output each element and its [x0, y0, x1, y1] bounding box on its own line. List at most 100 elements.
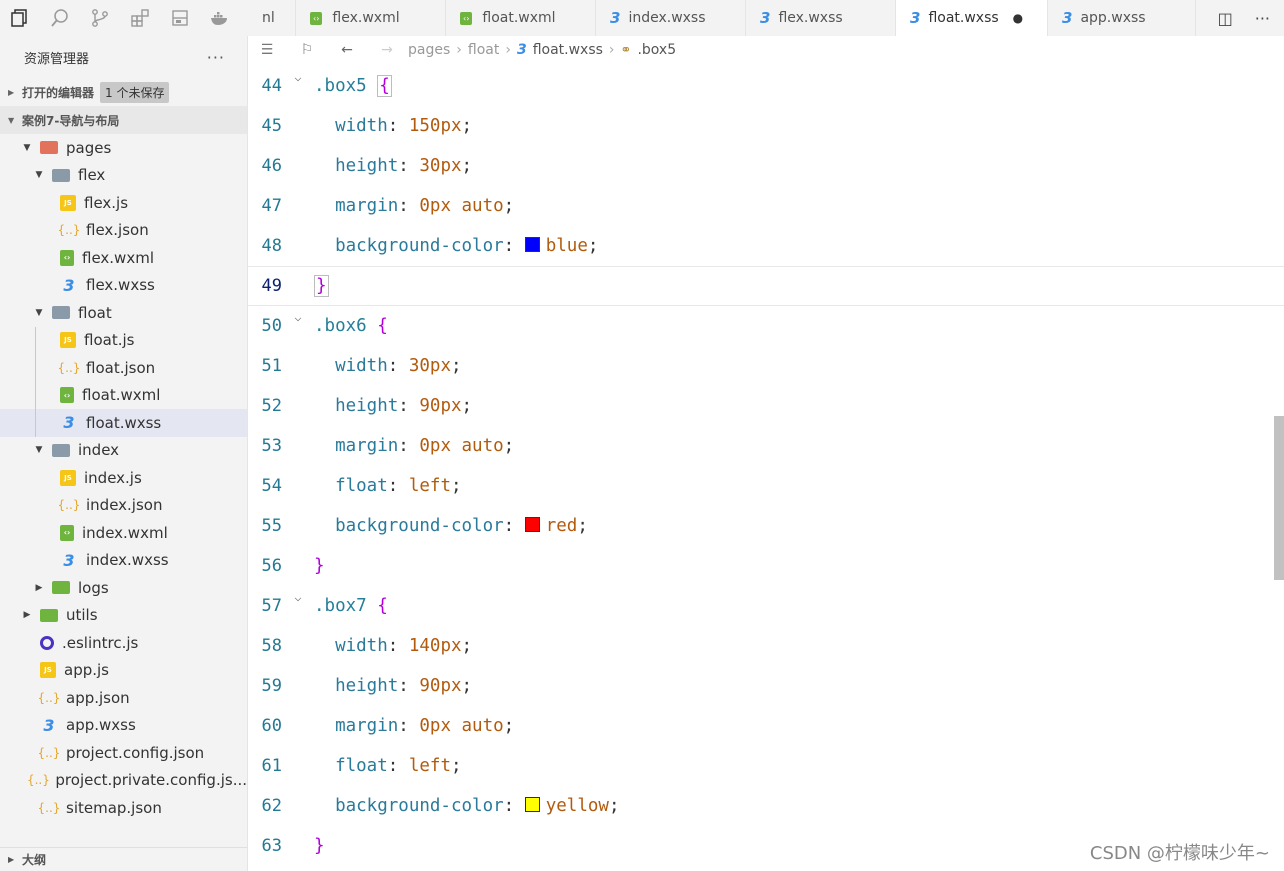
file-item[interactable]: {..} app.json	[0, 684, 247, 712]
code-line[interactable]: 56}	[248, 546, 1284, 586]
code-line[interactable]: 51 width: 30px;	[248, 346, 1284, 386]
code-text: height: 90px;	[314, 676, 472, 696]
token-punc: :	[387, 116, 409, 136]
file-item[interactable]: 3 flex.wxss	[0, 272, 247, 300]
breadcrumb-item[interactable]: pages	[408, 42, 450, 58]
file-label: pages	[66, 138, 112, 157]
tab-actions: ◫ ···	[1218, 0, 1284, 36]
more-icon[interactable]: ···	[1255, 9, 1270, 28]
code-line[interactable]: 61 float: left;	[248, 746, 1284, 786]
line-number: 54	[261, 476, 282, 496]
code-line[interactable]: 54 float: left;	[248, 466, 1284, 506]
tab-nl[interactable]: nl	[248, 0, 296, 36]
tab-float-wxss[interactable]: 3 float.wxss ●	[896, 0, 1048, 36]
token-punc	[314, 796, 335, 816]
split-editor-icon[interactable]: ◫	[1218, 9, 1233, 28]
code-line[interactable]: 44 ⌵ .box5 {	[248, 66, 1284, 106]
outline-section[interactable]: ▶ 大纲	[0, 847, 247, 871]
file-item[interactable]: {..} sitemap.json	[0, 794, 247, 822]
file-item[interactable]: ‹› flex.wxml	[0, 244, 247, 272]
file-item[interactable]: 3 app.wxss	[0, 712, 247, 740]
folder-item[interactable]: ▶ utils	[0, 602, 247, 630]
fold-chevron-icon[interactable]: ⌵	[282, 70, 314, 84]
code-line[interactable]: 48 background-color: blue;	[248, 226, 1284, 266]
chevron-right-icon: ›	[456, 42, 462, 58]
unsaved-dot-icon[interactable]: ●	[1013, 11, 1023, 25]
line-number: 59	[261, 676, 282, 696]
file-item[interactable]: {..} project.private.config.js...	[0, 767, 247, 795]
folder-item[interactable]: ▼ pages	[0, 134, 247, 162]
file-item[interactable]: ‹› index.wxml	[0, 519, 247, 547]
file-item[interactable]: {..} index.json	[0, 492, 247, 520]
source-control-icon[interactable]	[80, 0, 120, 36]
folder-item[interactable]: ▼ index	[0, 437, 247, 465]
list-icon[interactable]: ☰	[258, 42, 276, 58]
folder-item[interactable]: ▶ logs	[0, 574, 247, 602]
code-line[interactable]: 49}	[248, 266, 1284, 306]
file-item[interactable]: JS index.js	[0, 464, 247, 492]
docker-icon[interactable]	[200, 0, 240, 36]
tab-float-wxml[interactable]: ‹› float.wxml	[446, 0, 596, 36]
folder-item[interactable]: ▼ float	[0, 299, 247, 327]
file-item[interactable]: 3 float.wxss	[0, 409, 247, 437]
css-file-icon: 3	[516, 42, 527, 58]
open-editors-section[interactable]: ▶ 打开的编辑器 1 个未保存	[0, 78, 247, 106]
tab-flex-wxss[interactable]: 3 flex.wxss	[746, 0, 896, 36]
file-item[interactable]: ‹› float.wxml	[0, 382, 247, 410]
file-item[interactable]: .eslintrc.js	[0, 629, 247, 657]
color-swatch[interactable]	[524, 237, 540, 252]
breadcrumb-item[interactable]: float.wxss	[533, 42, 603, 58]
code-line[interactable]: 50 ⌵ .box6 {	[248, 306, 1284, 346]
back-arrow-icon[interactable]: ←	[338, 42, 356, 58]
file-item[interactable]: 3 index.wxss	[0, 547, 247, 575]
tab-flex-wxml[interactable]: ‹› flex.wxml	[296, 0, 446, 36]
file-item[interactable]: {..} project.config.json	[0, 739, 247, 767]
file-item[interactable]: JS float.js	[0, 327, 247, 355]
token-punc: :	[398, 716, 420, 736]
folder-item[interactable]: ▼ flex	[0, 162, 247, 190]
code-line[interactable]: 60 margin: 0px auto;	[248, 706, 1284, 746]
file-item[interactable]: JS app.js	[0, 657, 247, 685]
fold-chevron-icon[interactable]: ⌵	[282, 590, 314, 604]
more-actions-button[interactable]: ···	[207, 48, 225, 67]
file-label: index.json	[86, 496, 163, 515]
wxml-file-icon: ‹›	[310, 11, 323, 25]
json-file-icon: {..}	[26, 773, 50, 788]
project-section[interactable]: ▼ 案例7-导航与布局	[0, 106, 247, 134]
file-item[interactable]: {..} float.json	[0, 354, 247, 382]
color-swatch[interactable]	[524, 797, 540, 812]
file-item[interactable]: {..} flex.json	[0, 217, 247, 245]
code-line[interactable]: 57 ⌵ .box7 {	[248, 586, 1284, 626]
code-line[interactable]: 62 background-color: yellow;	[248, 786, 1284, 826]
color-swatch[interactable]	[524, 517, 540, 532]
extensions-icon[interactable]	[120, 0, 160, 36]
forward-arrow-icon[interactable]: →	[378, 42, 396, 58]
json-file-icon: {..}	[37, 800, 61, 815]
token-prop: background-color	[335, 516, 504, 536]
search-icon[interactable]	[40, 0, 80, 36]
explorer-icon[interactable]	[0, 0, 40, 36]
token-punc	[314, 196, 335, 216]
tab-label: float.wxss	[928, 10, 999, 26]
file-item[interactable]: JS flex.js	[0, 189, 247, 217]
tab-app-wxss[interactable]: 3 app.wxss	[1048, 0, 1196, 36]
breadcrumb-item[interactable]: .box5	[637, 42, 676, 58]
code-line[interactable]: 47 margin: 0px auto;	[248, 186, 1284, 226]
watermark: CSDN @柠檬味少年~	[1089, 843, 1270, 864]
code-editor[interactable]: 63} 62 background-color: yellow; 61 float:…	[248, 64, 1284, 871]
code-line[interactable]: 59 height: 90px;	[248, 666, 1284, 706]
bookmark-icon[interactable]: ⚐	[298, 42, 316, 58]
token-punc: ;	[451, 356, 462, 376]
code-line[interactable]: 55 background-color: red;	[248, 506, 1284, 546]
code-line[interactable]: 58 width: 140px;	[248, 626, 1284, 666]
vertical-scrollbar[interactable]	[1274, 416, 1284, 580]
wxml-file-icon: ‹›	[60, 387, 74, 404]
fold-chevron-icon[interactable]: ⌵	[282, 310, 314, 324]
code-line[interactable]: 52 height: 90px;	[248, 386, 1284, 426]
storage-icon[interactable]	[160, 0, 200, 36]
code-line[interactable]: 53 margin: 0px auto;	[248, 426, 1284, 466]
code-line[interactable]: 46 height: 30px;	[248, 146, 1284, 186]
breadcrumb-item[interactable]: float	[468, 42, 499, 58]
code-line[interactable]: 45 width: 150px;	[248, 106, 1284, 146]
tab-index-wxss[interactable]: 3 index.wxss	[596, 0, 746, 36]
